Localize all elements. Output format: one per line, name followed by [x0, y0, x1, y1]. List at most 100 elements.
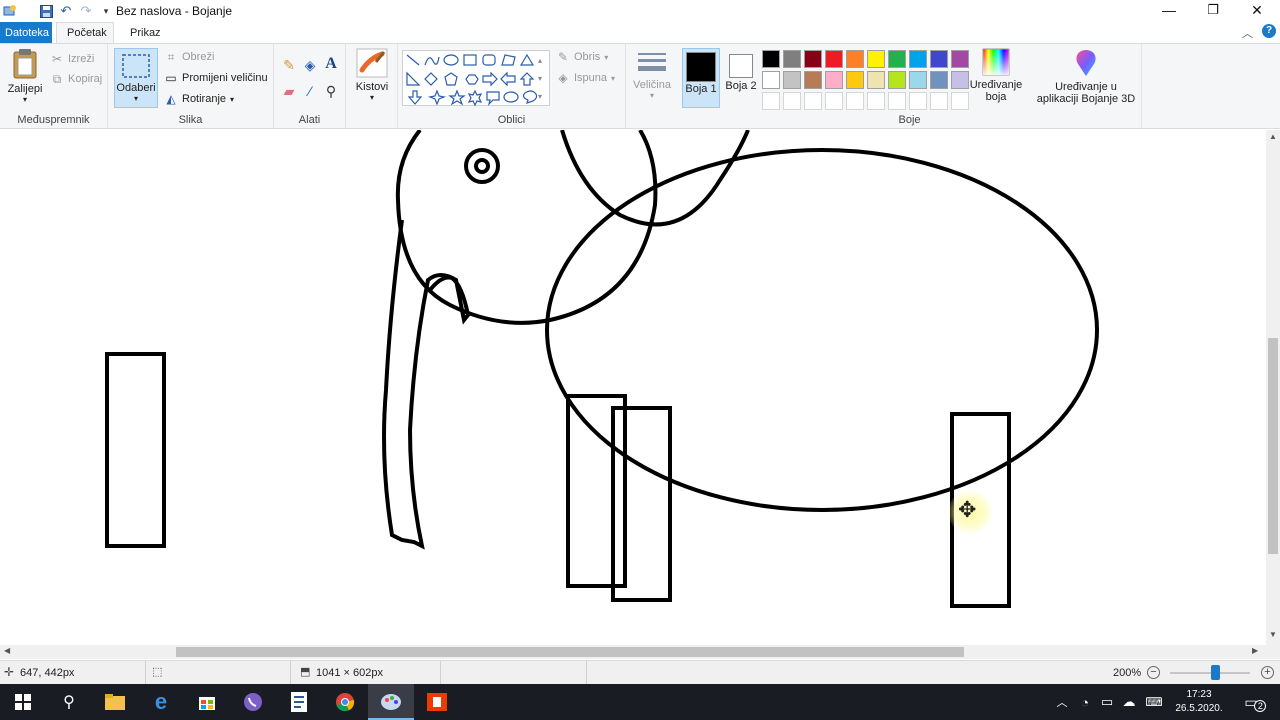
- custom-color-swatch[interactable]: [951, 92, 969, 110]
- tab-view[interactable]: Prikaz: [120, 22, 171, 43]
- fill-bucket-icon[interactable]: ◈: [303, 57, 317, 73]
- paint-taskbar-icon[interactable]: [368, 684, 414, 720]
- zoom-in-button[interactable]: +: [1261, 666, 1274, 679]
- copy-button[interactable]: ⧉ Kopiraj: [50, 70, 103, 88]
- color-swatch[interactable]: [930, 50, 948, 68]
- color-swatch[interactable]: [804, 50, 822, 68]
- color-swatch[interactable]: [888, 71, 906, 89]
- horizontal-scroll-thumb[interactable]: [176, 647, 964, 657]
- color-swatch[interactable]: [909, 50, 927, 68]
- start-button[interactable]: [0, 684, 46, 720]
- color-swatch[interactable]: [804, 71, 822, 89]
- collapse-ribbon-icon[interactable]: ︿: [1242, 25, 1253, 41]
- color-swatch[interactable]: [909, 71, 927, 89]
- custom-color-swatch[interactable]: [825, 92, 843, 110]
- crop-button[interactable]: ⌗ Obreži: [164, 48, 215, 66]
- color-picker-icon[interactable]: ⁄: [303, 83, 317, 99]
- colors-group-label: Boje: [898, 114, 921, 126]
- minimize-button[interactable]: —: [1146, 0, 1192, 20]
- ribbon: Zalijepi ▾ ✂ Izreži ⧉ Kopiraj Međuspremnik…: [0, 43, 1280, 129]
- color-swatch[interactable]: [951, 71, 969, 89]
- brushes-button[interactable]: Kistovi ▾: [350, 48, 394, 102]
- cut-button[interactable]: ✂ Izreži: [50, 50, 94, 68]
- color-swatch[interactable]: [783, 50, 801, 68]
- custom-color-swatch[interactable]: [804, 92, 822, 110]
- action-center-icon[interactable]: ▭ 2: [1236, 684, 1267, 720]
- eraser-icon[interactable]: ▰: [282, 83, 296, 99]
- color-swatch[interactable]: [783, 71, 801, 89]
- pencil-icon[interactable]: ✎: [282, 57, 296, 73]
- customize-toolbar-icon[interactable]: ▾: [96, 2, 116, 20]
- edit-colors-button[interactable]: Uređivanje boja: [968, 48, 1024, 103]
- scroll-right-icon[interactable]: ▶: [1252, 646, 1258, 655]
- scroll-left-icon[interactable]: ◀: [4, 646, 10, 655]
- paste-button[interactable]: Zalijepi ▾: [4, 48, 46, 104]
- tab-home[interactable]: Početak: [56, 22, 114, 43]
- zoom-slider-track[interactable]: [1170, 672, 1250, 674]
- color-swatch[interactable]: [846, 50, 864, 68]
- custom-color-swatch[interactable]: [762, 92, 780, 110]
- color-swatch[interactable]: [762, 50, 780, 68]
- undo-icon[interactable]: ↶: [56, 2, 76, 20]
- file-explorer-icon[interactable]: [92, 684, 138, 720]
- color-swatch[interactable]: [888, 50, 906, 68]
- color-swatch[interactable]: [951, 50, 969, 68]
- edge-browser-icon[interactable]: e: [138, 684, 184, 720]
- scroll-down-icon[interactable]: ▼: [1269, 630, 1277, 639]
- zoom-slider-thumb[interactable]: [1211, 665, 1220, 680]
- magnifier-icon[interactable]: ⚲: [324, 83, 338, 99]
- search-icon[interactable]: ⚲: [46, 684, 92, 720]
- edit-paint3d-button[interactable]: Uređivanje u aplikaciji Bojanje 3D: [1034, 48, 1138, 105]
- save-icon[interactable]: [36, 2, 56, 20]
- color2-button[interactable]: Boja 2: [724, 48, 758, 92]
- color-swatch[interactable]: [825, 71, 843, 89]
- battery-icon[interactable]: ▭: [1096, 684, 1118, 720]
- scroll-up-icon[interactable]: ▲: [1269, 132, 1277, 141]
- clock[interactable]: 17:23 26.5.2020.: [1170, 684, 1228, 720]
- zoom-out-button[interactable]: −: [1147, 666, 1160, 679]
- rotate-button[interactable]: ◭ Rotiranje ▾: [164, 90, 234, 108]
- custom-color-swatch[interactable]: [888, 92, 906, 110]
- tab-file[interactable]: Datoteka: [0, 22, 52, 43]
- help-icon[interactable]: ?: [1262, 24, 1276, 38]
- color-swatch[interactable]: [825, 50, 843, 68]
- custom-color-swatch[interactable]: [909, 92, 927, 110]
- windows-taskbar: ⚲ e ︿ ◔ ▭ ☁ ⌨ 17:23 26.5.2020. ▭ 2: [0, 684, 1280, 720]
- vertical-scrollbar[interactable]: ▲ ▼: [1266, 130, 1280, 645]
- drawing-canvas[interactable]: ✥: [0, 130, 1266, 645]
- viber-icon[interactable]: [230, 684, 276, 720]
- select-button[interactable]: Odaberi ▾: [114, 48, 158, 108]
- document-app-icon[interactable]: [276, 684, 322, 720]
- fill-button[interactable]: ◈ Ispuna ▾: [556, 69, 615, 87]
- size-button[interactable]: Veličina ▾: [630, 50, 674, 100]
- shapes-gallery[interactable]: [402, 50, 550, 107]
- custom-color-swatch[interactable]: [846, 92, 864, 110]
- paint-app-icon[interactable]: [0, 2, 20, 20]
- text-tool-icon[interactable]: A: [324, 55, 338, 72]
- color-swatch[interactable]: [867, 50, 885, 68]
- shapes-scroll-icon[interactable]: ▴ ▾ ▾: [538, 52, 542, 106]
- color-swatch[interactable]: [762, 71, 780, 89]
- redo-icon[interactable]: ↷: [76, 2, 96, 20]
- custom-color-swatch[interactable]: [867, 92, 885, 110]
- color-swatch[interactable]: [846, 71, 864, 89]
- keyboard-icon[interactable]: ⌨: [1142, 684, 1166, 720]
- close-button[interactable]: ✕: [1234, 0, 1280, 20]
- outline-button[interactable]: ✎ Obris ▾: [556, 48, 608, 66]
- copy-icon: ⧉: [52, 71, 62, 86]
- chrome-icon[interactable]: [322, 684, 368, 720]
- color1-button[interactable]: Boja 1: [682, 48, 720, 108]
- tray-overflow-icon[interactable]: ︿: [1052, 684, 1072, 720]
- horizontal-scrollbar[interactable]: ◀ ▶: [0, 645, 1266, 659]
- onedrive-icon[interactable]: ☁: [1118, 684, 1140, 720]
- vertical-scroll-thumb[interactable]: [1268, 338, 1278, 554]
- custom-color-swatch[interactable]: [783, 92, 801, 110]
- network-icon[interactable]: ◔: [1074, 684, 1096, 720]
- custom-color-swatch[interactable]: [930, 92, 948, 110]
- color-swatch[interactable]: [930, 71, 948, 89]
- resize-button[interactable]: ▭ Promijeni veličinu: [164, 69, 267, 87]
- maximize-button[interactable]: ❐: [1190, 0, 1236, 20]
- color-swatch[interactable]: [867, 71, 885, 89]
- store-icon[interactable]: [184, 684, 230, 720]
- office-icon[interactable]: [414, 684, 460, 720]
